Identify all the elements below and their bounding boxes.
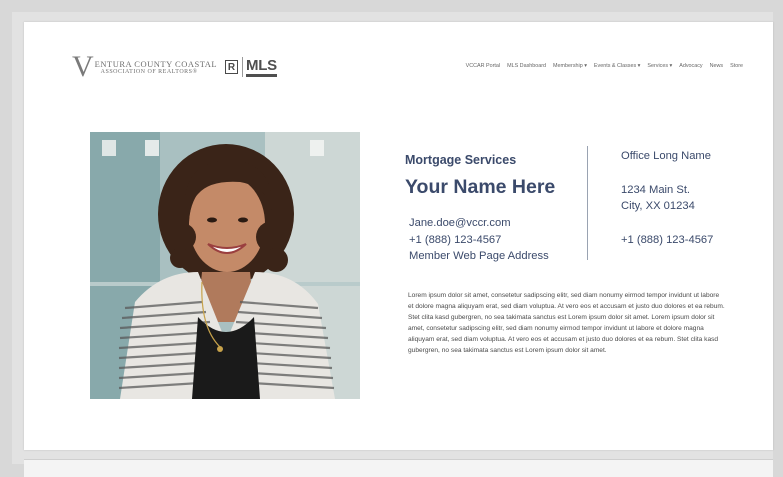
logo-text: ENTURA COUNTY COASTAL ASSOCIATION OF REA… [95,59,217,75]
phone-link[interactable]: +1 (888) 123-4567 [409,232,549,249]
logo-divider [242,57,244,77]
office-address-line1: 1234 Main St. [621,184,691,196]
nav-membership[interactable]: Membership ▾ [553,63,587,69]
member-name: Your Name Here [405,176,556,198]
nav-events-classes[interactable]: Events & Classes ▾ [594,63,640,69]
realtor-r-icon: R [225,60,239,74]
office-address-line2: City, XX 01234 [621,200,695,212]
nav-services[interactable]: Services ▾ [647,63,672,69]
mls-logo: MLS [246,58,277,77]
page-content: V ENTURA COUNTY COASTAL ASSOCIATION OF R… [24,22,773,450]
browser-frame: V ENTURA COUNTY COASTAL ASSOCIATION OF R… [12,12,773,477]
nav-advocacy[interactable]: Advocacy [679,63,702,69]
main-nav: VCCAR Portal MLS Dashboard Membership ▾ … [466,63,743,69]
portrait-illustration [90,132,360,399]
nav-mls-dashboard[interactable]: MLS Dashboard [507,63,546,69]
logo-line2: ASSOCIATION OF REALTORS® [100,69,198,75]
logo-line1: ENTURA COUNTY COASTAL [94,59,218,69]
nav-vccar-portal[interactable]: VCCAR Portal [466,63,500,69]
member-photo [90,132,360,399]
next-page-edge [24,459,773,477]
service-title: Mortgage Services [405,153,517,167]
office-phone-link[interactable]: +1 (888) 123-4567 [621,232,713,248]
web-page-link[interactable]: Member Web Page Address [409,248,549,265]
nav-store[interactable]: Store [730,63,743,69]
column-divider [587,146,588,260]
nav-news[interactable]: News [710,63,723,69]
logo-initial: V [72,50,94,83]
contact-block: Jane.doe@vccr.com +1 (888) 123-4567 Memb… [409,215,549,265]
email-link[interactable]: Jane.doe@vccr.com [409,215,549,232]
office-address: 1234 Main St. City, XX 01234 [621,182,713,214]
bio-text: Lorem ipsum dolor sit amet, consetetur s… [408,292,725,355]
vccar-logo[interactable]: V ENTURA COUNTY COASTAL ASSOCIATION OF R… [72,52,277,82]
office-name: Office Long Name [621,150,711,162]
office-block: Office Long Name 1234 Main St. City, XX … [621,148,713,248]
